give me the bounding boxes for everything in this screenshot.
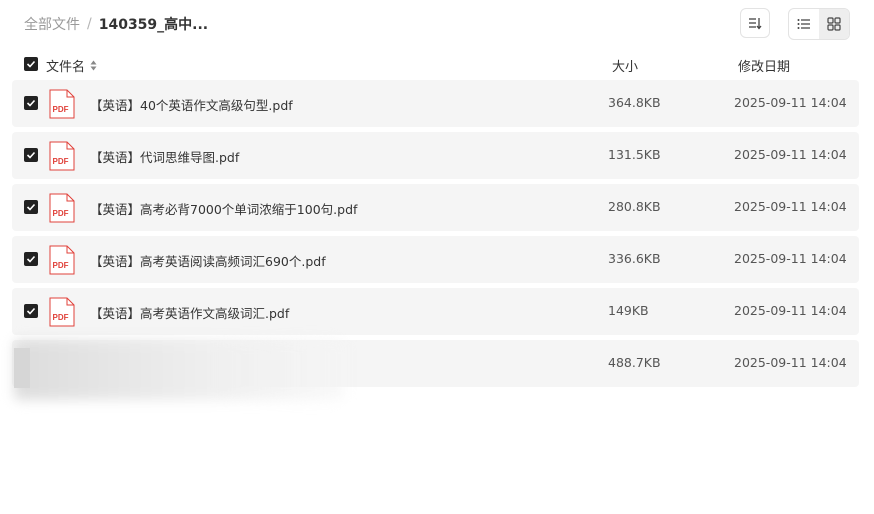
- row-checkbox[interactable]: [24, 148, 38, 162]
- row-checkbox[interactable]: [24, 96, 38, 110]
- pdf-file-icon: PDF: [49, 141, 75, 174]
- file-date: 2025-09-11 14:04: [734, 95, 847, 110]
- breadcrumb: 全部文件 / 140359_高中...: [24, 14, 208, 34]
- svg-text:PDF: PDF: [53, 313, 69, 322]
- sort-toggle-icon: [90, 60, 97, 71]
- file-name[interactable]: 【英语】高考英语作文高级词汇.pdf: [90, 303, 289, 322]
- svg-text:PDF: PDF: [53, 157, 69, 166]
- file-name[interactable]: 【英语】高考必背7000个单词浓缩于100句.pdf: [90, 199, 357, 218]
- column-header-name[interactable]: 文件名: [46, 56, 97, 75]
- svg-text:PDF: PDF: [53, 261, 69, 270]
- pdf-file-icon: PDF: [49, 245, 75, 278]
- table-row[interactable]: PDF 【英语】代词思维导图.pdf 131.5KB 2025-09-11 14…: [12, 132, 859, 179]
- table-header: 文件名 大小 修改日期: [0, 52, 874, 76]
- row-checkbox[interactable]: [24, 252, 38, 266]
- file-size: 149KB: [608, 303, 649, 318]
- checkmark-icon: [26, 151, 36, 159]
- grid-view-icon: [827, 17, 841, 31]
- table-row[interactable]: PDF 【英语】40个英语作文高级句型.pdf 364.8KB 2025-09-…: [12, 80, 859, 127]
- file-date: 2025-09-11 14:04: [734, 303, 847, 318]
- file-date: 2025-09-11 14:04: [734, 147, 847, 162]
- sort-button[interactable]: [740, 8, 770, 38]
- file-name[interactable]: 【英语】代词思维导图.pdf: [90, 147, 239, 166]
- pdf-file-icon: PDF: [49, 193, 75, 226]
- sort-descending-icon: [749, 18, 762, 30]
- checkmark-icon: [26, 307, 36, 315]
- checkmark-icon: [26, 255, 36, 263]
- list-view-button[interactable]: [789, 9, 819, 39]
- grid-view-button[interactable]: [819, 9, 849, 39]
- row-checkbox[interactable]: [24, 304, 38, 318]
- row-checkbox[interactable]: [24, 200, 38, 214]
- file-size: 364.8KB: [608, 95, 661, 110]
- pdf-file-icon: PDF: [49, 89, 75, 122]
- breadcrumb-current: 140359_高中...: [98, 17, 209, 33]
- pdf-file-icon: PDF: [49, 297, 75, 330]
- file-name[interactable]: 【英语】40个英语作文高级句型.pdf: [90, 95, 293, 114]
- file-name[interactable]: 【英语】高考英语阅读高频词汇690个.pdf: [90, 251, 326, 270]
- checkmark-icon: [26, 60, 36, 68]
- checkmark-icon: [26, 203, 36, 211]
- select-all-checkbox[interactable]: [24, 57, 38, 71]
- table-row[interactable]: PDF 【英语】高考英语作文高级词汇.pdf 149KB 2025-09-11 …: [12, 288, 859, 335]
- breadcrumb-root[interactable]: 全部文件: [24, 14, 80, 34]
- file-size: 488.7KB: [608, 355, 661, 370]
- table-row[interactable]: PDF 【英语】高考必背7000个单词浓缩于100句.pdf 280.8KB 2…: [12, 184, 859, 231]
- column-header-date[interactable]: 修改日期: [738, 56, 790, 75]
- breadcrumb-separator: /: [87, 16, 92, 32]
- svg-text:PDF: PDF: [53, 209, 69, 218]
- file-size: 280.8KB: [608, 199, 661, 214]
- checkmark-icon: [26, 99, 36, 107]
- column-header-size[interactable]: 大小: [612, 56, 638, 75]
- file-date: 2025-09-11 14:04: [734, 251, 847, 266]
- file-size: 131.5KB: [608, 147, 661, 162]
- column-header-name-label: 文件名: [46, 60, 86, 75]
- file-browser-page: 全部文件 / 140359_高中... 文件名 大小 修改日期 PDF 【英语】…: [0, 0, 874, 514]
- file-date: 2025-09-11 14:04: [734, 199, 847, 214]
- blurred-overlay-edge: [14, 348, 30, 388]
- table-row[interactable]: PDF 【英语】高考英语阅读高频词汇690个.pdf 336.6KB 2025-…: [12, 236, 859, 283]
- view-toggle: [788, 8, 850, 40]
- svg-text:PDF: PDF: [53, 105, 69, 114]
- file-date: 2025-09-11 14:04: [734, 355, 847, 370]
- list-view-icon: [797, 19, 810, 29]
- blurred-overlay: [14, 340, 344, 400]
- file-size: 336.6KB: [608, 251, 661, 266]
